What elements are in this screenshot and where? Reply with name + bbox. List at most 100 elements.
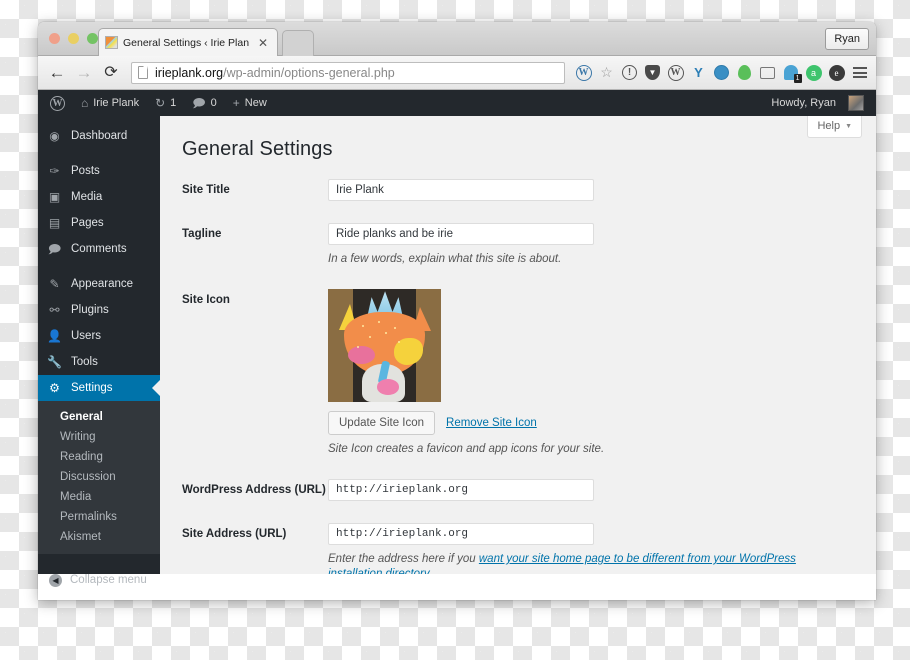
browser-tab-strip: General Settings ‹ Irie Plan ✕ Ryan: [38, 22, 876, 56]
chrome-menu-icon[interactable]: [851, 64, 868, 81]
info-circle-icon[interactable]: !: [621, 64, 638, 81]
admin-bar-howdy[interactable]: Howdy, Ryan: [763, 90, 872, 116]
tab-favicon-icon: [105, 36, 118, 49]
settings-gear-icon: ⚙: [49, 381, 60, 395]
site-address-label: Site Address (URL): [182, 528, 287, 540]
bookmark-star-icon[interactable]: ☆: [598, 64, 615, 81]
reload-icon[interactable]: ⟳: [100, 62, 122, 84]
form-row-site-title: Site Title Irie Plank: [182, 179, 854, 201]
media-icon: ▣: [48, 190, 61, 204]
submenu-item-discussion[interactable]: Discussion: [38, 467, 160, 487]
sidebar-item-label: Posts: [71, 165, 100, 177]
admin-bar-comments[interactable]: 🗩 0: [184, 90, 224, 116]
help-tab-button[interactable]: Help ▼: [807, 116, 862, 138]
sidebar-item-label: Tools: [71, 356, 98, 368]
address-bar[interactable]: irieplank.org/wp-admin/options-general.p…: [131, 61, 565, 84]
cast-icon[interactable]: [759, 64, 776, 81]
pin-icon[interactable]: [736, 64, 753, 81]
forward-icon[interactable]: →: [73, 62, 95, 84]
submenu-item-permalinks[interactable]: Permalinks: [38, 507, 160, 527]
shield-icon[interactable]: ▼: [644, 64, 661, 81]
admin-bar-site-name-label: Irie Plank: [93, 97, 140, 109]
admin-bar-comments-count: 0: [210, 97, 217, 109]
avatar: [848, 95, 864, 111]
sidebar-item-label: Plugins: [71, 304, 109, 316]
submenu-item-media[interactable]: Media: [38, 487, 160, 507]
settings-content: Help ▼ General Settings Site Title Irie …: [160, 116, 876, 574]
tagline-description: In a few words, explain what this site i…: [328, 253, 562, 265]
updates-refresh-icon: ↻: [155, 96, 166, 110]
wordpress-address-input[interactable]: http://irieplank.org: [328, 479, 594, 501]
tagline-input[interactable]: Ride planks and be irie: [328, 223, 594, 245]
window-controls: [49, 33, 98, 44]
maximize-window-button[interactable]: [87, 33, 98, 44]
url-path: /wp-admin/options-general.php: [223, 65, 395, 80]
sidebar-item-appearance[interactable]: ✎ Appearance: [38, 271, 160, 297]
submenu-item-general[interactable]: General: [38, 407, 160, 427]
page-document-icon: [138, 66, 148, 79]
submenu-item-reading[interactable]: Reading: [38, 447, 160, 467]
extension-icons: W ☆ ! ▼ W Y 1 a e: [571, 64, 868, 83]
close-window-button[interactable]: [49, 33, 60, 44]
sidebar-item-label: Settings: [71, 382, 113, 394]
dark-circle-icon[interactable]: e: [828, 64, 845, 81]
sidebar-item-settings[interactable]: ⚙ Settings: [38, 375, 160, 401]
site-address-input[interactable]: http://irieplank.org: [328, 523, 594, 545]
admin-bar-new[interactable]: + New: [225, 90, 275, 116]
globe-icon[interactable]: [713, 64, 730, 81]
admin-bar-wp-logo[interactable]: W: [42, 90, 73, 116]
submenu-item-writing[interactable]: Writing: [38, 427, 160, 447]
sidebar-item-plugins[interactable]: ⚯ Plugins: [38, 297, 160, 323]
tab-title: General Settings ‹ Irie Plan: [123, 36, 250, 49]
form-row-wordpress-address: WordPress Address (URL) http://irieplank…: [182, 479, 854, 501]
home-icon: ⌂: [81, 96, 89, 110]
browser-tab[interactable]: General Settings ‹ Irie Plan ✕: [98, 28, 278, 56]
tab-close-icon[interactable]: ✕: [255, 37, 271, 49]
browser-profile-button[interactable]: Ryan: [825, 28, 869, 50]
sidebar-item-tools[interactable]: 🔧 Tools: [38, 349, 160, 375]
wordpress-grey-icon[interactable]: W: [667, 64, 684, 81]
page-title: General Settings: [182, 138, 333, 160]
back-icon[interactable]: ←: [46, 62, 68, 84]
admin-bar-new-label: New: [244, 97, 267, 109]
remove-site-icon-link[interactable]: Remove Site Icon: [446, 417, 537, 429]
admin-bar-updates[interactable]: ↻ 1: [147, 90, 184, 116]
sidebar-item-comments[interactable]: 🗩 Comments: [38, 236, 160, 262]
minimize-window-button[interactable]: [68, 33, 79, 44]
site-address-desc-text: Enter the address here if you: [328, 553, 479, 565]
yandex-icon[interactable]: Y: [690, 64, 707, 81]
admin-bar-howdy-label: Howdy, Ryan: [771, 97, 836, 109]
sidebar-divider: [38, 262, 160, 271]
ghostery-badge-count: 1: [793, 74, 802, 83]
settings-submenu: General Writing Reading Discussion Media…: [38, 401, 160, 554]
green-circle-icon[interactable]: a: [805, 64, 822, 81]
sidebar-item-media[interactable]: ▣ Media: [38, 184, 160, 210]
wordpress-icon[interactable]: W: [575, 64, 592, 81]
admin-sidebar: ◉ Dashboard ✑ Posts ▣ Media ▤ Pages 🗩 Co…: [38, 116, 160, 587]
sidebar-item-dashboard[interactable]: ◉ Dashboard: [38, 123, 160, 149]
ghostery-icon[interactable]: 1: [782, 64, 802, 83]
collapse-menu-label: Collapse menu: [70, 574, 147, 586]
collapse-menu-button[interactable]: ◀ Collapse menu: [38, 566, 160, 594]
pin-icon: ✑: [49, 164, 60, 178]
wp-body: ◉ Dashboard ✑ Posts ▣ Media ▤ Pages 🗩 Co…: [38, 116, 876, 587]
sidebar-item-posts[interactable]: ✑ Posts: [38, 158, 160, 184]
sidebar-item-label: Users: [71, 330, 102, 342]
admin-bar-site-name[interactable]: ⌂ Irie Plank: [73, 90, 147, 116]
submenu-item-akismet[interactable]: Akismet: [38, 527, 160, 547]
sidebar-item-label: Media: [71, 191, 103, 203]
sidebar-item-pages[interactable]: ▤ Pages: [38, 210, 160, 236]
comment-bubble-icon: 🗩: [192, 96, 206, 110]
new-tab-button[interactable]: [282, 30, 314, 56]
form-row-tagline: Tagline Ride planks and be irie In a few…: [182, 223, 854, 267]
update-site-icon-button[interactable]: Update Site Icon: [328, 411, 436, 435]
plus-icon: +: [232, 96, 240, 110]
site-icon-label: Site Icon: [182, 294, 230, 306]
site-icon-description: Site Icon creates a favicon and app icon…: [328, 443, 605, 455]
sidebar-divider: [38, 149, 160, 158]
site-title-input[interactable]: Irie Plank: [328, 179, 594, 201]
site-icon-preview-image: [328, 289, 441, 402]
sidebar-item-label: Dashboard: [71, 130, 128, 142]
sidebar-item-users[interactable]: 👤 Users: [38, 323, 160, 349]
form-row-site-icon: Site Icon Update Site Icon Remove Site I…: [182, 289, 854, 457]
